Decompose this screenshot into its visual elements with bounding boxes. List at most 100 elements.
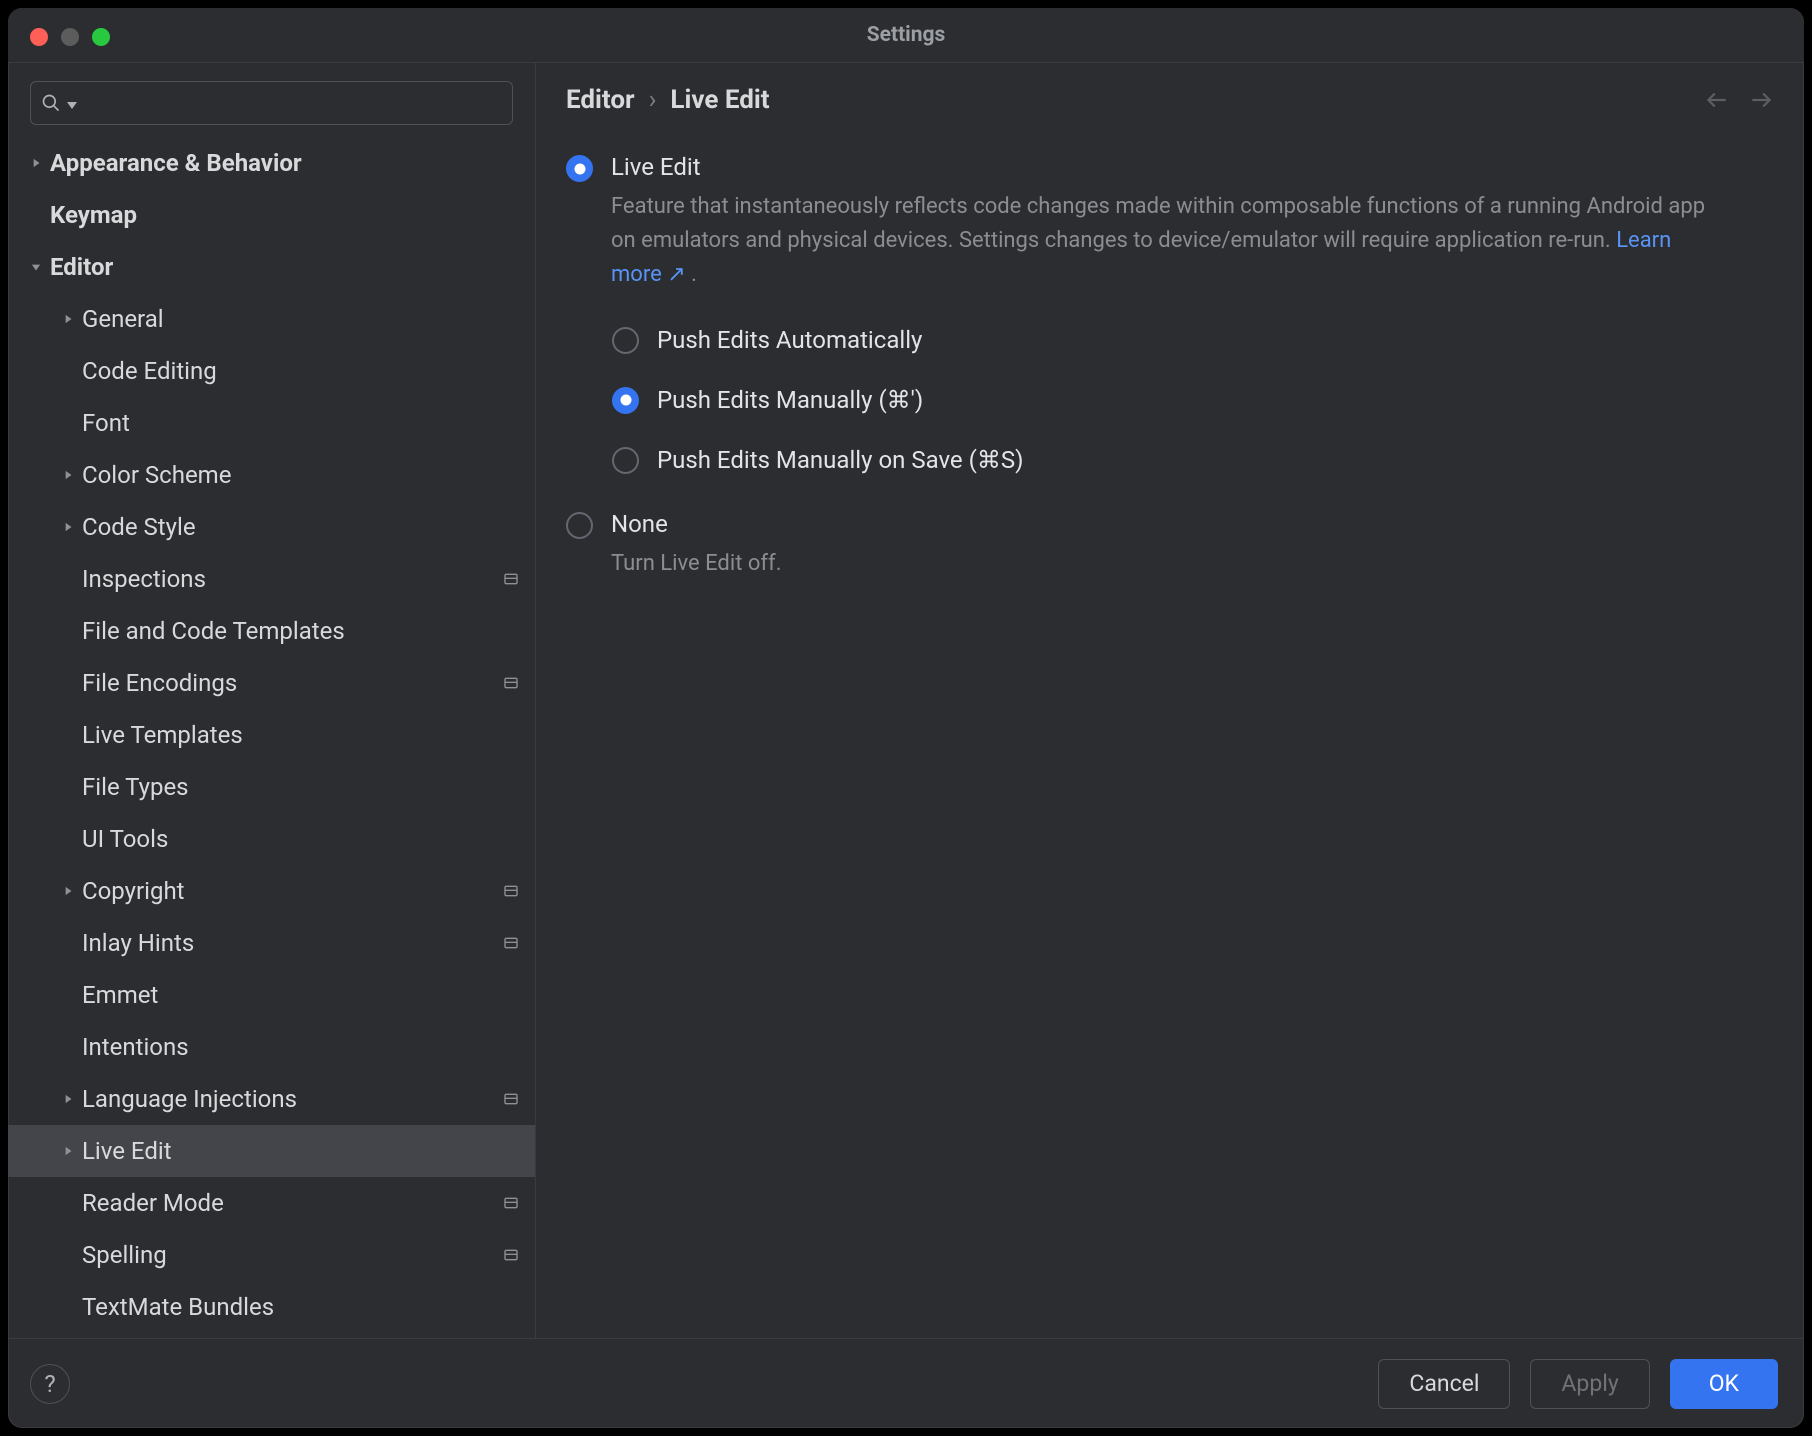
sub-option-push-manual[interactable]: Push Edits Manually (⌘') <box>612 370 1774 430</box>
option-live-edit-desc: Feature that instantaneously reflects co… <box>611 190 1711 292</box>
content: Live Edit Feature that instantaneously r… <box>536 125 1804 599</box>
window-title: Settings <box>8 23 1804 47</box>
project-scope-icon <box>503 935 519 951</box>
chevron-right-icon[interactable] <box>22 156 50 170</box>
sidebar-item-file-types[interactable]: File Types <box>8 761 535 813</box>
cancel-button[interactable]: Cancel <box>1378 1359 1510 1409</box>
sidebar-item-general[interactable]: General <box>8 293 535 345</box>
sidebar-item-font[interactable]: Font <box>8 397 535 449</box>
breadcrumb-leaf: Live Edit <box>670 85 769 115</box>
sidebar-item-inlay-hints[interactable]: Inlay Hints <box>8 917 535 969</box>
chevron-right-icon[interactable] <box>54 1144 82 1158</box>
option-none-label: None <box>611 510 668 538</box>
external-link-icon: ↗ <box>667 262 685 287</box>
project-scope-icon <box>503 571 519 587</box>
sidebar-item-textmate-bundles[interactable]: TextMate Bundles <box>8 1281 535 1333</box>
radio-push-on-save[interactable] <box>612 447 639 474</box>
radio-live-edit[interactable] <box>566 155 593 182</box>
sub-option-push-on-save-label: Push Edits Manually on Save (⌘S) <box>657 446 1023 474</box>
sidebar-item-appearance-behavior[interactable]: Appearance & Behavior <box>8 137 535 189</box>
sidebar-item-live-templates[interactable]: Live Templates <box>8 709 535 761</box>
sidebar-item-label: Reader Mode <box>82 1189 224 1217</box>
settings-body: Appearance & Behavior Keymap Editor General… <box>8 63 1804 1338</box>
sidebar-item-ui-tools[interactable]: UI Tools <box>8 813 535 865</box>
search-box[interactable] <box>30 81 513 125</box>
search-input[interactable] <box>81 92 502 115</box>
sidebar-item-label: Inlay Hints <box>82 929 194 957</box>
sidebar-item-label: TextMate Bundles <box>82 1293 274 1321</box>
titlebar: Settings <box>8 8 1804 63</box>
option-live-edit-label: Live Edit <box>611 153 701 181</box>
search-filter-dropdown-icon[interactable] <box>67 102 77 109</box>
sidebar-item-file-encodings[interactable]: File Encodings <box>8 657 535 709</box>
sidebar-item-label: Live Templates <box>82 721 243 749</box>
sidebar-item-label: Language Injections <box>82 1085 297 1113</box>
breadcrumb-parent[interactable]: Editor <box>566 85 635 115</box>
sub-options: Push Edits Automatically Push Edits Manu… <box>612 310 1774 490</box>
project-scope-icon <box>503 1091 519 1107</box>
apply-button[interactable]: Apply <box>1530 1359 1649 1409</box>
sidebar-item-code-editing[interactable]: Code Editing <box>8 345 535 397</box>
help-icon: ? <box>44 1370 55 1398</box>
help-button[interactable]: ? <box>30 1364 70 1404</box>
sidebar-item-label: Live Edit <box>82 1137 172 1165</box>
sidebar-item-label: General <box>82 305 164 333</box>
search-wrap <box>8 63 535 137</box>
sub-option-push-auto[interactable]: Push Edits Automatically <box>612 310 1774 370</box>
sidebar-item-inspections[interactable]: Inspections <box>8 553 535 605</box>
sidebar-item-label: Intentions <box>82 1033 189 1061</box>
sidebar-item-intentions[interactable]: Intentions <box>8 1021 535 1073</box>
radio-none[interactable] <box>566 512 593 539</box>
sidebar-item-keymap[interactable]: Keymap <box>8 189 535 241</box>
sub-option-push-manual-label: Push Edits Manually (⌘') <box>657 386 923 414</box>
sidebar-item-label: Color Scheme <box>82 461 231 489</box>
sidebar-item-spelling[interactable]: Spelling <box>8 1229 535 1281</box>
sidebar: Appearance & Behavior Keymap Editor General… <box>8 63 536 1338</box>
main-panel: Editor › Live Edit Live Edit <box>536 63 1804 1338</box>
sidebar-item-file-and-code-templates[interactable]: File and Code Templates <box>8 605 535 657</box>
sidebar-item-code-style[interactable]: Code Style <box>8 501 535 553</box>
sidebar-item-label: Copyright <box>82 877 185 905</box>
sidebar-item-editor[interactable]: Editor <box>8 241 535 293</box>
settings-window: Settings Appearance & BehaviorKeymapEdit… <box>8 8 1804 1428</box>
sidebar-item-reader-mode[interactable]: Reader Mode <box>8 1177 535 1229</box>
nav-arrows <box>1704 87 1774 113</box>
ok-button[interactable]: OK <box>1670 1359 1778 1409</box>
chevron-right-icon[interactable] <box>54 884 82 898</box>
chevron-right-icon[interactable] <box>54 1092 82 1106</box>
radio-push-auto[interactable] <box>612 327 639 354</box>
nav-back-icon[interactable] <box>1704 87 1730 113</box>
chevron-down-icon[interactable] <box>22 260 50 274</box>
sidebar-item-live-edit[interactable]: Live Edit <box>8 1125 535 1177</box>
sidebar-item-color-scheme[interactable]: Color Scheme <box>8 449 535 501</box>
sidebar-item-label: Editor <box>50 253 113 281</box>
option-live-edit[interactable]: Live Edit <box>566 153 1774 182</box>
footer: ? Cancel Apply OK <box>8 1338 1804 1428</box>
option-none-desc: Turn Live Edit off. <box>611 547 1711 581</box>
sidebar-item-label: Appearance & Behavior <box>50 149 302 177</box>
option-none[interactable]: None <box>566 510 1774 539</box>
sidebar-item-label: Inspections <box>82 565 206 593</box>
sub-option-push-on-save[interactable]: Push Edits Manually on Save (⌘S) <box>612 430 1774 490</box>
sidebar-item-copyright[interactable]: Copyright <box>8 865 535 917</box>
sidebar-item-label: Emmet <box>82 981 158 1009</box>
settings-tree[interactable]: Appearance & Behavior Keymap Editor General… <box>8 137 535 1338</box>
project-scope-icon <box>503 1195 519 1211</box>
radio-push-manual[interactable] <box>612 387 639 414</box>
sidebar-item-label: Font <box>82 409 130 437</box>
chevron-right-icon[interactable] <box>54 520 82 534</box>
breadcrumb-separator: › <box>649 85 657 115</box>
sidebar-item-language-injections[interactable]: Language Injections <box>8 1073 535 1125</box>
sidebar-item-label: Code Editing <box>82 357 217 385</box>
chevron-right-icon[interactable] <box>54 468 82 482</box>
search-icon <box>41 93 61 113</box>
sidebar-item-label: File Types <box>82 773 189 801</box>
nav-forward-icon[interactable] <box>1748 87 1774 113</box>
project-scope-icon <box>503 675 519 691</box>
sidebar-item-label: File and Code Templates <box>82 617 345 645</box>
chevron-right-icon[interactable] <box>54 312 82 326</box>
sidebar-item-emmet[interactable]: Emmet <box>8 969 535 1021</box>
footer-buttons: Cancel Apply OK <box>1378 1359 1778 1409</box>
breadcrumb: Editor › Live Edit <box>566 85 770 115</box>
main-header: Editor › Live Edit <box>536 63 1804 125</box>
